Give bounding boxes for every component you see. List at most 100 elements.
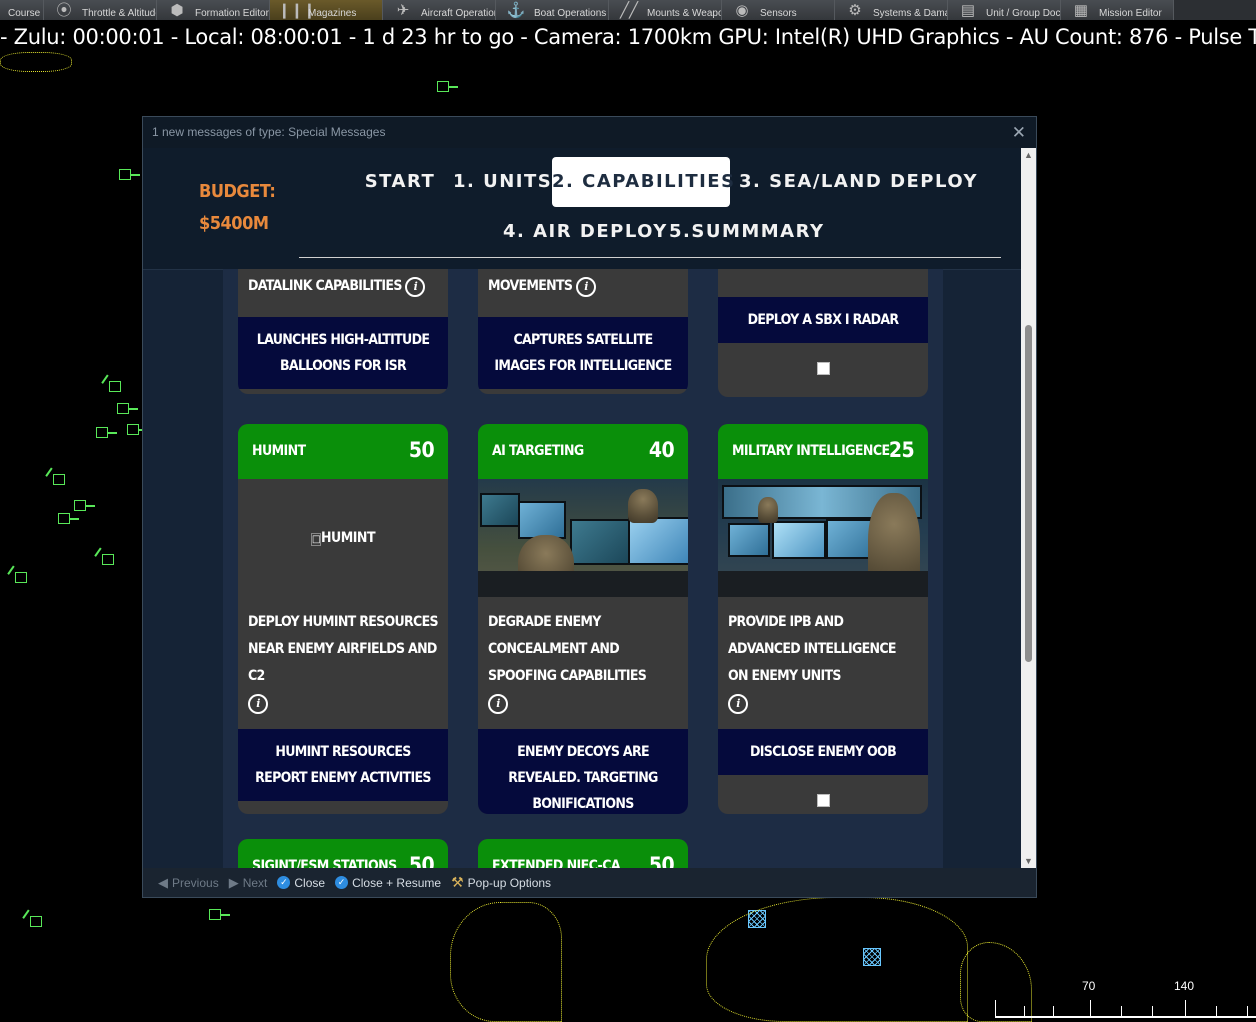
info-icon[interactable]: i: [405, 277, 426, 297]
vertical-scrollbar[interactable]: ▲ ▼: [1021, 148, 1036, 868]
formation-icon: ⬢: [170, 2, 184, 19]
capability-card: DEPLOY A SBX I RADAR: [718, 269, 928, 397]
capability-name: AI TARGETING: [492, 443, 584, 459]
capability-card-ai-targeting: AI TARGETING 40 DEGRADE ENEMY CONCEALMEN…: [478, 424, 688, 814]
info-icon[interactable]: i: [728, 694, 748, 714]
budget-value: $5400M: [199, 213, 269, 234]
toolbar-button-sensors[interactable]: ◉ Sensors: [722, 0, 835, 20]
capability-card-military-intelligence: MILITARY INTELLIGENCE 25 PROVIDE IPB AND…: [718, 424, 928, 814]
capability-desc: DATALINK CAPABILITIES: [248, 278, 402, 294]
toolbar-button-label: Throttle & Altitude: [82, 8, 157, 19]
dialog-titlebar[interactable]: 1 new messages of type: Special Messages…: [143, 117, 1036, 148]
dialog-title: 1 new messages of type: Special Messages: [152, 125, 386, 139]
capability-desc: DEGRADE ENEMY CONCEALMENT AND SPOOFING C…: [488, 614, 647, 684]
capability-effect: HUMINT RESOURCES REPORT ENEMY ACTIVITIES: [238, 729, 448, 801]
toolbar-button-weapons[interactable]: ╱╱ Mounts & Weapons: [609, 0, 722, 20]
image-alt-text: HUMINT: [320, 530, 376, 546]
mission-editor-icon: ▦: [1073, 2, 1089, 19]
scroll-thumb[interactable]: [1025, 325, 1032, 662]
unit-symbol[interactable]: [437, 81, 458, 92]
unit-symbol[interactable]: [30, 916, 42, 927]
systems-icon: ⚙: [848, 2, 862, 19]
unit-symbol[interactable]: [127, 424, 148, 435]
unit-symbol[interactable]: [15, 572, 27, 583]
tab-summary[interactable]: 5.SUMMMARY: [669, 207, 823, 257]
magazines-icon: ❙❙❙: [278, 2, 316, 19]
tab-air-deploy[interactable]: 4. AIR DEPLOY: [503, 207, 666, 257]
doctrine-icon: ▤: [960, 2, 976, 19]
toolbar-button-course[interactable]: Course: [0, 0, 44, 20]
capability-effect: ENEMY DECOYS ARE REVEALED. TARGETING BON…: [478, 729, 688, 814]
unit-symbol[interactable]: [209, 909, 230, 920]
unit-symbol[interactable]: [58, 513, 79, 524]
popup-options-button[interactable]: ⚒ Pop-up Options: [448, 874, 554, 891]
next-icon: ▶: [228, 874, 239, 890]
toolbar-button-formation[interactable]: ⬢ Formation Editor: [157, 0, 270, 20]
scroll-up-arrow[interactable]: ▲: [1021, 148, 1036, 162]
capability-cost: 25: [888, 438, 915, 462]
close-icon[interactable]: ✕: [1012, 117, 1026, 148]
capability-cost: 50: [648, 853, 675, 868]
top-toolbar: Course ⦿ Throttle & Altitude ⬢ Formation Edi…: [0, 0, 1256, 20]
unit-symbol[interactable]: [74, 500, 95, 511]
capability-image: □HUMINT: [238, 479, 448, 597]
unit-symbol[interactable]: [109, 381, 121, 392]
toolbar-button-label: Mounts & Weapons: [647, 8, 721, 19]
capability-checkbox[interactable]: [816, 361, 830, 375]
capability-name: MILITARY INTELLIGENCE: [732, 443, 890, 459]
throttle-icon: ⦿: [56, 2, 72, 19]
check-icon: ✓: [277, 876, 291, 889]
check-icon: ✓: [335, 876, 349, 889]
next-button[interactable]: ▶ Next: [226, 875, 271, 891]
capability-cost: 40: [648, 438, 675, 462]
capability-name: SIGINT/ESM STATIONS: [252, 858, 397, 868]
tab-capabilities[interactable]: 2. CAPABILITIES: [552, 157, 734, 207]
aircraft-icon: ✈: [396, 2, 410, 19]
toolbar-button-aircraft[interactable]: ✈ Aircraft Operations: [383, 0, 496, 20]
wizard-header: BUDGET: $5400M START 1. UNITS 2. CAPABIL…: [143, 148, 1021, 270]
capability-card-nifc-ca: EXTENDED NIFC-CA 50: [478, 839, 688, 868]
capability-effect: DISCLOSE ENEMY OOB: [718, 729, 928, 775]
toolbar-button-label: Formation Editor: [195, 8, 269, 19]
info-icon[interactable]: i: [488, 694, 508, 714]
toolbar-button-mission-editor[interactable]: ▦ Mission Editor: [1061, 0, 1174, 20]
info-icon[interactable]: i: [575, 277, 596, 297]
toolbar-button-boat[interactable]: ⚓ Boat Operations: [496, 0, 609, 20]
info-icon[interactable]: i: [248, 694, 268, 714]
unit-symbol[interactable]: [53, 474, 65, 485]
toolbar-button-magazines[interactable]: ❙❙❙ Magazines: [270, 0, 383, 20]
capability-effect: LAUNCHES HIGH-ALTITUDE BALLOONS FOR ISR: [238, 317, 448, 389]
scroll-down-arrow[interactable]: ▼: [1021, 854, 1036, 868]
toolbar-button-throttle[interactable]: ⦿ Throttle & Altitude: [44, 0, 157, 20]
unit-symbol[interactable]: [119, 169, 140, 180]
boat-icon: ⚓: [506, 2, 526, 19]
scale-label: 70: [1082, 979, 1096, 993]
unit-symbol[interactable]: [102, 554, 114, 565]
close-resume-button[interactable]: ✓ Close + Resume: [332, 876, 444, 890]
capabilities-grid[interactable]: DATALINK CAPABILITIES i LAUNCHES HIGH-AL…: [223, 269, 943, 868]
sensors-icon: ◉: [735, 2, 749, 19]
previous-button[interactable]: ◀ Previous: [155, 875, 222, 891]
capability-card: MOVEMENTS i CAPTURES SATELLITE IMAGES FO…: [478, 269, 688, 394]
capability-name: HUMINT: [252, 443, 306, 459]
toolbar-button-systems[interactable]: ⚙ Systems & Damage: [835, 0, 948, 20]
capability-card-humint: HUMINT 50 □HUMINT DEPLOY HUMINT RESOURCE…: [238, 424, 448, 814]
toolbar-button-label: Magazines: [308, 8, 357, 19]
coastline: [706, 897, 968, 1022]
unit-symbol[interactable]: [117, 403, 138, 414]
capability-image: [478, 479, 688, 597]
toolbar-button-label: Mission Editor: [1099, 8, 1162, 19]
close-button[interactable]: ✓ Close: [274, 876, 328, 890]
weapons-icon: ╱╱: [619, 2, 639, 19]
capability-image: [718, 479, 928, 597]
dialog-body: BUDGET: $5400M START 1. UNITS 2. CAPABIL…: [143, 148, 1021, 868]
capability-checkbox[interactable]: [816, 793, 830, 807]
tab-units[interactable]: 1. UNITS: [453, 157, 551, 207]
tab-start[interactable]: START: [360, 157, 440, 207]
capability-effect: DEPLOY A SBX I RADAR: [718, 297, 928, 343]
toolbar-button-doctrine[interactable]: ▤ Unit / Group Doctrine: [948, 0, 1061, 20]
capability-card: DATALINK CAPABILITIES i LAUNCHES HIGH-AL…: [238, 269, 448, 394]
unit-symbol[interactable]: [96, 427, 117, 438]
tab-sea-land-deploy[interactable]: 3. SEA/LAND DEPLOY: [739, 157, 977, 207]
toolbar-button-label: Systems & Damage: [873, 8, 947, 19]
